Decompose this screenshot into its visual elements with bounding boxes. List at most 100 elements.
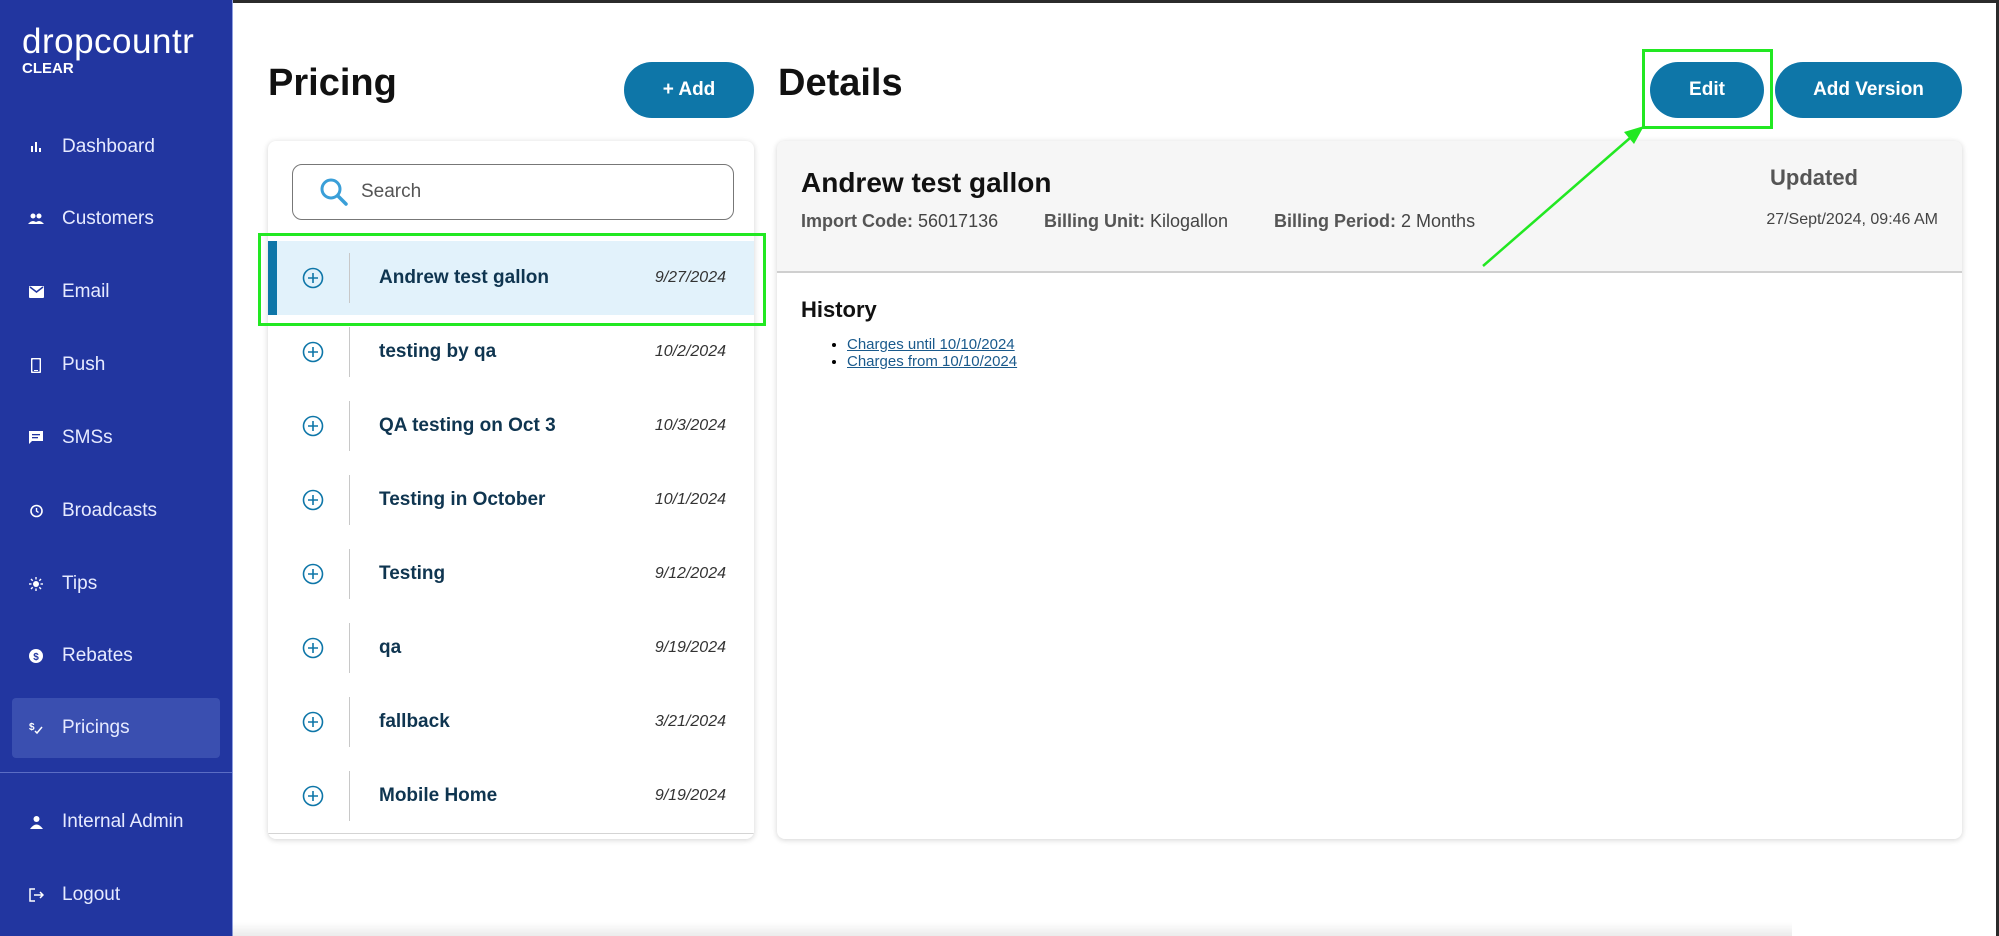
sidebar-item-pricings[interactable]: $ Pricings	[12, 698, 220, 758]
sidebar-item-label: Email	[62, 281, 110, 302]
sidebar-item-logout[interactable]: Logout	[12, 865, 220, 925]
pricing-date: 9/19/2024	[654, 787, 726, 804]
sidebar-item-rebates[interactable]: $ Rebates	[12, 626, 220, 686]
sidebar-item-label: Dashboard	[62, 136, 155, 157]
sidebar-item-label: SMSs	[62, 427, 113, 448]
sidebar-divider	[0, 772, 232, 773]
expand-plus-icon[interactable]	[302, 637, 324, 659]
sidebar-item-label: Logout	[62, 884, 121, 905]
pricing-date: 10/1/2024	[654, 491, 726, 508]
row-divider	[349, 401, 350, 451]
sidebar-item-label: Rebates	[62, 645, 133, 666]
sidebar-item-label: Push	[62, 354, 106, 375]
pricing-row[interactable]: Testing in October 10/1/2024	[268, 463, 754, 538]
row-divider	[349, 253, 350, 303]
pricing-name: Andrew test gallon	[379, 267, 549, 288]
import-code-value: 56017136	[918, 211, 999, 231]
row-divider	[349, 475, 350, 525]
row-divider	[349, 771, 350, 821]
pricing-title: Pricing	[268, 62, 397, 104]
svg-text:$: $	[29, 722, 35, 733]
pricing-row[interactable]: testing by qa 10/2/2024	[268, 315, 754, 390]
sidebar-item-smss[interactable]: SMSs	[12, 408, 220, 468]
pricing-date: 10/3/2024	[654, 417, 726, 434]
pricing-row[interactable]: Andrew test gallon 9/27/2024	[268, 241, 754, 316]
dollar-circle-icon: $	[28, 648, 44, 664]
logout-icon	[28, 887, 44, 903]
history-icon	[28, 503, 44, 519]
sidebar-item-label: Tips	[62, 573, 98, 594]
search-icon	[320, 178, 348, 206]
expand-plus-icon[interactable]	[302, 341, 324, 363]
search-input[interactable]	[359, 180, 703, 204]
expand-plus-icon[interactable]	[302, 785, 324, 807]
history-link[interactable]: Charges from 10/10/2024	[847, 353, 1017, 370]
chat-bubble-icon	[28, 430, 44, 446]
pricing-name: fallback	[379, 711, 450, 732]
pricing-detail-name: Andrew test gallon	[801, 167, 1052, 198]
pricing-date: 9/19/2024	[654, 639, 726, 656]
billing-period: Billing Period: 2 Months	[1274, 211, 1475, 232]
pricing-icon: $	[28, 720, 44, 736]
row-divider	[349, 697, 350, 747]
billing-unit-value: Kilogallon	[1150, 211, 1229, 231]
history-link[interactable]: Charges until 10/10/2024	[847, 336, 1015, 353]
expand-plus-icon[interactable]	[302, 711, 324, 733]
pricing-name: qa	[379, 637, 402, 658]
sidebar-item-dashboard[interactable]: Dashboard	[12, 117, 220, 177]
billing-unit: Billing Unit: Kilogallon	[1044, 211, 1228, 232]
details-header: Andrew test gallon Import Code: 56017136…	[777, 141, 1962, 273]
pricing-date: 10/2/2024	[654, 343, 726, 360]
pricing-name: QA testing on Oct 3	[379, 415, 556, 436]
person-icon	[28, 814, 44, 830]
pricing-row[interactable]: Mobile Home 9/19/2024	[268, 759, 754, 834]
sidebar-item-broadcasts[interactable]: Broadcasts	[12, 481, 220, 541]
pricing-list-card: Andrew test gallon 9/27/2024 testing by …	[268, 141, 754, 839]
pricing-row[interactable]: Testing 9/12/2024	[268, 537, 754, 612]
pricing-name: Mobile Home	[379, 785, 498, 806]
pricing-date: 3/21/2024	[654, 713, 726, 730]
brand-subtitle: CLEAR	[22, 60, 74, 77]
pricing-row[interactable]: qa 9/19/2024	[268, 611, 754, 686]
sidebar-item-email[interactable]: Email	[12, 262, 220, 322]
sidebar-item-label: Internal Admin	[62, 811, 184, 832]
brand: dropcountr CLEAR	[22, 22, 194, 77]
sidebar-item-tips[interactable]: Tips	[12, 554, 220, 614]
phone-icon	[28, 357, 44, 373]
sidebar-item-label: Customers	[62, 208, 154, 229]
window-top-border	[0, 0, 1999, 3]
sidebar-item-push[interactable]: Push	[12, 335, 220, 395]
expand-plus-icon[interactable]	[302, 563, 324, 585]
add-version-button[interactable]: Add Version	[1775, 62, 1962, 118]
expand-plus-icon[interactable]	[302, 415, 324, 437]
import-code: Import Code: 56017136	[801, 211, 998, 232]
pricing-row[interactable]: QA testing on Oct 3 10/3/2024	[268, 389, 754, 464]
pricing-name: testing by qa	[379, 341, 497, 362]
expand-plus-icon[interactable]	[302, 489, 324, 511]
search-box[interactable]	[292, 164, 734, 220]
pricing-name: Testing	[379, 563, 446, 584]
sun-icon	[28, 576, 44, 592]
pricing-name: Testing in October	[379, 489, 546, 510]
row-divider	[349, 549, 350, 599]
edit-button[interactable]: Edit	[1650, 62, 1764, 118]
people-icon	[28, 211, 44, 227]
sidebar: dropcountr CLEAR Dashboard Customers Ema…	[0, 0, 233, 936]
import-code-label: Import Code:	[801, 211, 913, 231]
sidebar-item-customers[interactable]: Customers	[12, 189, 220, 249]
billing-unit-label: Billing Unit:	[1044, 211, 1145, 231]
details-card: Andrew test gallon Import Code: 56017136…	[777, 141, 1962, 839]
updated-timestamp: 27/Sept/2024, 09:46 AM	[1766, 211, 1938, 228]
pricing-date: 9/12/2024	[654, 565, 726, 582]
add-pricing-button[interactable]: + Add	[624, 62, 754, 118]
expand-plus-icon[interactable]	[302, 267, 324, 289]
history-title: History	[801, 297, 877, 322]
details-title: Details	[778, 62, 903, 104]
billing-period-value: 2 Months	[1401, 211, 1476, 231]
updated-label: Updated	[1770, 165, 1858, 190]
bar-chart-icon	[28, 139, 44, 155]
pricing-row[interactable]: fallback 3/21/2024	[268, 685, 754, 760]
sidebar-item-internal-admin[interactable]: Internal Admin	[12, 792, 220, 852]
history-item: Charges until 10/10/2024	[847, 336, 1017, 353]
pricing-date: 9/27/2024	[654, 269, 726, 286]
